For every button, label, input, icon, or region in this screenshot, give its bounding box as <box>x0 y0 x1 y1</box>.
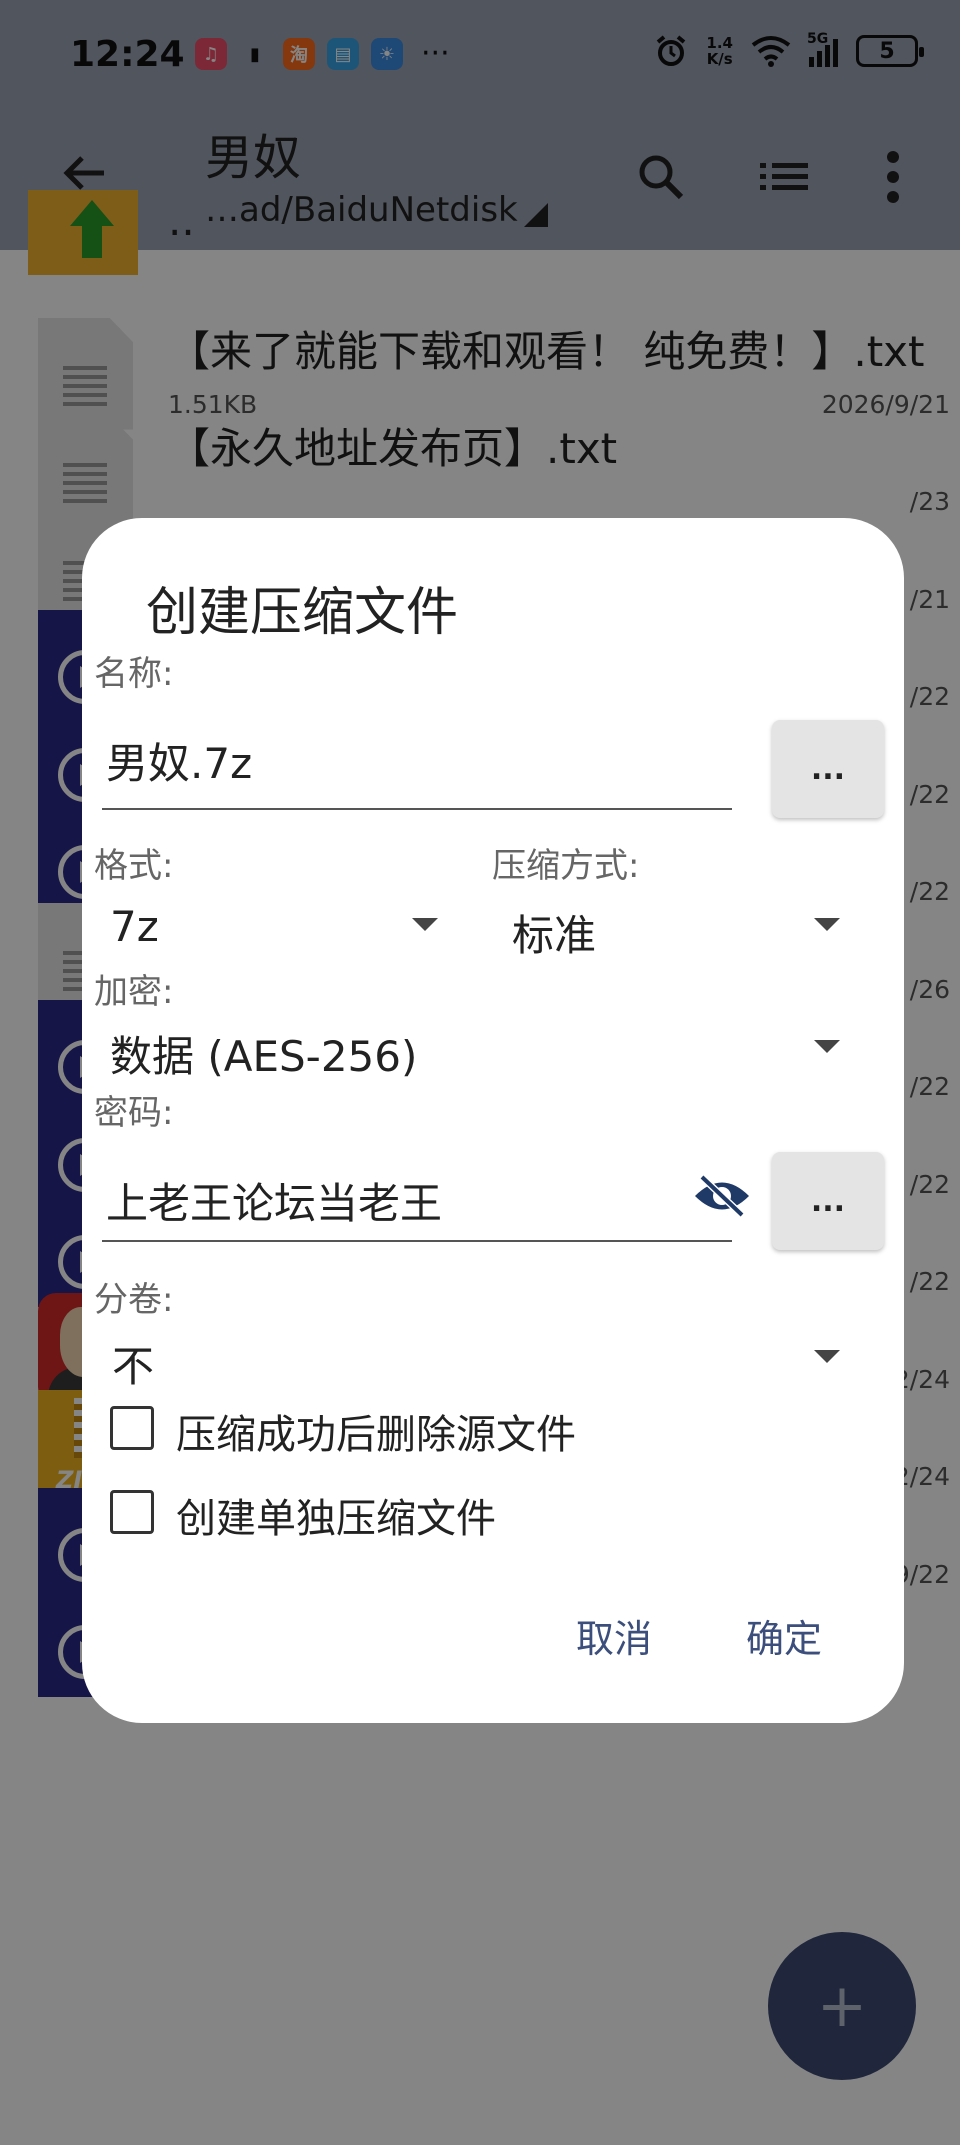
method-select[interactable]: 标准 <box>512 902 596 963</box>
volume-select[interactable]: 不 <box>112 1333 154 1394</box>
name-label: 名称: <box>94 654 174 694</box>
password-underline <box>102 1240 732 1242</box>
password-label: 密码: <box>94 1093 174 1133</box>
create-archive-dialog: 创建压缩文件 名称: 男奴.7z ... 格式: 7z 压缩方式: 标准 加密:… <box>82 518 904 1723</box>
separate-archive-checkbox[interactable] <box>110 1490 154 1534</box>
method-label: 压缩方式: <box>492 846 640 886</box>
encryption-select[interactable]: 数据 (AES-256) <box>110 1023 417 1084</box>
separate-archive-label[interactable]: 创建单独压缩文件 <box>176 1486 496 1544</box>
format-select[interactable]: 7z <box>110 902 159 951</box>
cancel-button[interactable]: 取消 <box>576 1608 652 1663</box>
browse-name-button[interactable]: ... <box>772 720 884 818</box>
volume-label: 分卷: <box>94 1280 174 1320</box>
dialog-title: 创建压缩文件 <box>146 583 459 643</box>
format-label: 格式: <box>94 846 174 886</box>
archive-name-input[interactable]: 男奴.7z <box>106 730 252 791</box>
name-underline <box>102 808 732 810</box>
visibility-off-icon[interactable] <box>692 1173 752 1219</box>
method-dropdown-icon[interactable] <box>814 918 840 931</box>
delete-source-label[interactable]: 压缩成功后删除源文件 <box>176 1402 576 1460</box>
volume-dropdown-icon[interactable] <box>814 1350 840 1363</box>
format-dropdown-icon[interactable] <box>412 918 438 931</box>
password-input[interactable]: 上老王论坛当老王 <box>106 1170 442 1231</box>
delete-source-checkbox[interactable] <box>110 1406 154 1450</box>
ok-button[interactable]: 确定 <box>746 1608 822 1663</box>
encryption-dropdown-icon[interactable] <box>814 1040 840 1053</box>
browse-password-button[interactable]: ... <box>772 1152 884 1250</box>
encryption-label: 加密: <box>94 972 174 1012</box>
